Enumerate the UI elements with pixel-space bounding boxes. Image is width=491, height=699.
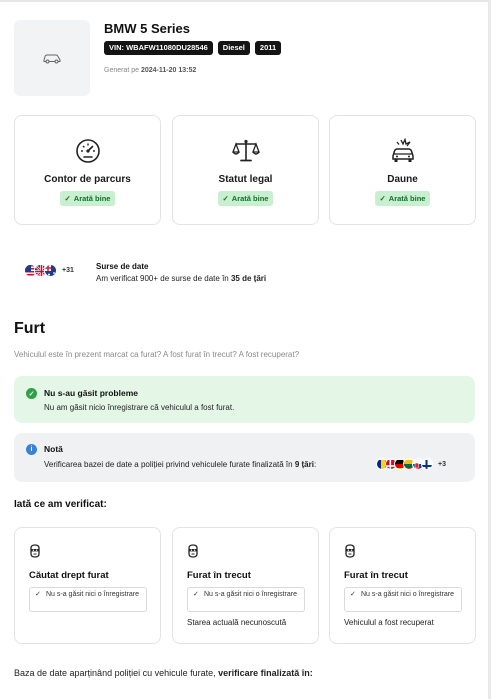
country-flags: +3: [376, 458, 446, 470]
year-tag: 2011: [254, 41, 282, 55]
vehicle-thumbnail: [14, 20, 90, 96]
check-result: ✓ Nu s-a găsit nici o înregistrare: [187, 587, 305, 612]
vehicle-tags: VIN: WBAFW11080DU28546 Diesel 2011: [104, 41, 282, 55]
top-border: [0, 0, 491, 2]
ok-badge: ✓ Arată bine: [217, 191, 274, 206]
check-card-title: Furat în trecut: [344, 570, 408, 581]
finland-flag-icon: [421, 458, 433, 470]
sources-title: Surse de date: [96, 262, 149, 271]
scales-icon: [231, 136, 260, 166]
check-icon: ✓: [350, 591, 356, 598]
flags-more-count: +31: [62, 267, 74, 274]
thief-mask-icon: [30, 544, 40, 558]
car-crash-icon: [389, 136, 417, 166]
car-icon: [43, 54, 61, 64]
check-card-stolen-past[interactable]: Furat în trecut ✓ Nu s-a găsit nici o în…: [172, 527, 319, 644]
info-icon: i: [26, 444, 37, 455]
thief-mask-icon: [188, 544, 198, 558]
check-icon: ✓: [35, 591, 41, 598]
sources-text: Am verificat 900+ de surse de date în 35…: [96, 274, 267, 283]
status-card-legal[interactable]: Statut legal ✓ Arată bine: [172, 115, 319, 225]
status-card-damage[interactable]: Daune ✓ Arată bine: [329, 115, 476, 225]
check-icon: ✓: [379, 194, 386, 203]
police-database-text: Baza de date aparținând poliției cu vehi…: [14, 668, 313, 678]
fuel-tag: Diesel: [217, 41, 250, 55]
note-alert: i Notă Verificarea bazei de date a poliț…: [14, 433, 475, 482]
alert-title: Nu s-au găsit probleme: [44, 388, 138, 398]
check-card-title: Furat în trecut: [187, 570, 251, 581]
status-card-label: Daune: [387, 174, 418, 185]
australia-flag-icon: [44, 264, 57, 277]
check-card-title: Căutat drept furat: [29, 570, 109, 581]
ok-badge: ✓ Arată bine: [59, 191, 116, 206]
thief-mask-icon: [345, 544, 355, 558]
generated-date: Generat pe 2024-11-20 13:52: [104, 67, 197, 74]
vehicle-title: BMW 5 Series: [104, 21, 190, 36]
speedometer-icon: [75, 136, 101, 166]
check-card-status: Starea actuală necunoscută: [187, 618, 287, 627]
check-result: ✓ Nu s-a găsit nici o înregistrare: [29, 587, 147, 612]
check-icon: ✓: [64, 194, 71, 203]
no-problems-alert: ✓ Nu s-au găsit probleme Nu am găsit nic…: [14, 376, 475, 423]
section-title-theft: Furt: [14, 320, 46, 337]
flags-more-count: +3: [438, 460, 446, 468]
check-card-marked-stolen[interactable]: Căutat drept furat ✓ Nu s-a găsit nici o…: [14, 527, 161, 644]
status-card-label: Statut legal: [218, 174, 273, 185]
section-description: Vehiculul este în prezent marcat ca fura…: [14, 350, 300, 359]
vin-tag: VIN: WBAFW11080DU28546: [104, 41, 213, 55]
status-card-label: Contor de parcurs: [44, 174, 131, 185]
check-icon: ✓: [193, 591, 199, 598]
check-circle-icon: ✓: [26, 388, 37, 399]
alert-title: Notă: [44, 444, 63, 454]
source-flags: +31: [24, 264, 74, 277]
ok-badge: ✓ Arată bine: [374, 191, 431, 206]
status-card-odometer[interactable]: Contor de parcurs ✓ Arată bine: [14, 115, 161, 225]
alert-text: Verificarea bazei de date a poliției pri…: [44, 460, 317, 469]
check-card-recovered[interactable]: Furat în trecut ✓ Nu s-a găsit nici o în…: [329, 527, 476, 644]
check-result: ✓ Nu s-a găsit nici o înregistrare: [344, 587, 462, 612]
check-card-status: Vehiculul a fost recuperat: [344, 618, 434, 627]
checked-title: Iată ce am verificat:: [14, 499, 107, 510]
check-icon: ✓: [222, 194, 229, 203]
alert-text: Nu am găsit nicio înregistrare că vehicu…: [44, 403, 235, 412]
